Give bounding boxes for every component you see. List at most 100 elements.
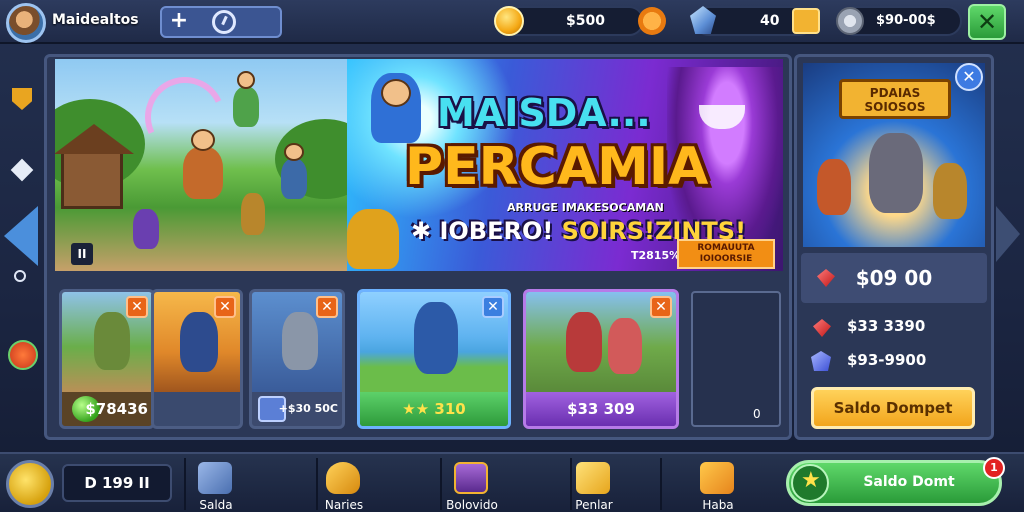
banner-title-line1: MAISDA... bbox=[437, 91, 651, 135]
diamond-icon[interactable] bbox=[10, 158, 34, 182]
player-name: Maidealtos bbox=[52, 12, 139, 28]
scroll-right-arrow[interactable] bbox=[996, 206, 1020, 262]
hero-miner bbox=[347, 209, 399, 269]
offer-panel: PDAIAS SOIOSOS ✕ $09 00 $33 3390 $93-990… bbox=[794, 54, 994, 440]
sapphire-icon-row2 bbox=[811, 351, 831, 371]
nav-item-penlar[interactable]: Penlar bbox=[554, 458, 634, 512]
cabin bbox=[55, 124, 134, 209]
shield-icon[interactable] bbox=[12, 88, 32, 110]
hero-knight-head bbox=[381, 79, 411, 107]
shop-card-2[interactable]: ✕ bbox=[151, 289, 243, 429]
card-1-hero bbox=[94, 312, 130, 370]
top-action-group: + bbox=[160, 6, 282, 38]
chest-icon bbox=[454, 462, 488, 494]
hero-scout bbox=[241, 193, 265, 235]
sun-icon[interactable] bbox=[638, 7, 666, 35]
nav-item-salda[interactable]: Salda bbox=[176, 458, 256, 512]
nav-label-naries: Naries bbox=[324, 498, 364, 512]
top-bar: Maidealtos + $500 40 $90-00$ ✕ bbox=[0, 0, 1024, 44]
gem-value: 40 bbox=[760, 13, 780, 29]
shop-card-1[interactable]: $78436 ✕ bbox=[59, 289, 155, 429]
offer-hero-right bbox=[933, 163, 967, 219]
silver-counter[interactable]: $90-00$ bbox=[836, 6, 962, 36]
card-2-badge[interactable]: ✕ bbox=[214, 296, 236, 318]
card-4-hero bbox=[414, 302, 458, 374]
card-4-badge[interactable]: ✕ bbox=[482, 296, 504, 318]
offer-close-button[interactable]: ✕ bbox=[955, 63, 983, 91]
divider bbox=[660, 458, 662, 510]
card-5-badge[interactable]: ✕ bbox=[650, 296, 672, 318]
nav-label-penlar: Penlar bbox=[575, 498, 613, 512]
offer-price-value: $09 00 bbox=[855, 266, 933, 290]
cta-button[interactable]: Saldo Domt 1 bbox=[786, 457, 1005, 506]
hero-mage bbox=[133, 209, 159, 249]
gem-icon bbox=[690, 6, 716, 34]
offer-sign: PDAIAS SOIOSOS bbox=[839, 79, 951, 119]
ruby-icon-row1 bbox=[813, 319, 831, 337]
nav-label-salda: Salda bbox=[199, 498, 233, 512]
featured-banner-left[interactable]: II bbox=[55, 59, 347, 271]
card-3-hero bbox=[282, 312, 318, 370]
card-2-hero bbox=[180, 312, 218, 372]
hero-jumper bbox=[233, 87, 259, 127]
energy-counter[interactable]: D 199 II bbox=[62, 464, 172, 502]
magic-swirl bbox=[133, 65, 237, 169]
card-3-badge[interactable]: ✕ bbox=[316, 296, 338, 318]
player-avatar[interactable] bbox=[6, 3, 46, 43]
promo-tag[interactable]: ROMAUUTA IOIOORSIE bbox=[677, 239, 775, 269]
hero-archer-head bbox=[284, 143, 304, 161]
nav-item-naries[interactable]: Naries bbox=[304, 458, 384, 512]
card-5-price: $33 309 bbox=[526, 392, 676, 426]
magnifier-icon[interactable] bbox=[6, 460, 54, 508]
card-1-price: $78436 bbox=[85, 400, 148, 418]
notification-badge: 1 bbox=[983, 457, 1005, 479]
event-icon[interactable] bbox=[8, 340, 38, 370]
card-2-price bbox=[154, 392, 240, 426]
close-button[interactable]: ✕ bbox=[968, 4, 1006, 40]
nav-label-bolovido: Bolovido bbox=[446, 498, 498, 512]
ruby-icon bbox=[817, 269, 835, 287]
banner-title-line2: PERCAMIA bbox=[405, 137, 709, 197]
coin-counter[interactable]: $500 bbox=[494, 6, 666, 36]
offer-row-2: $93-9900 bbox=[847, 351, 927, 369]
silver-value: $90-00$ bbox=[876, 13, 936, 28]
bottom-bar: D 199 II Salda Naries Bolovido Penlar Ha… bbox=[0, 452, 1024, 512]
hero-warrior bbox=[183, 147, 223, 199]
shop-card-5[interactable]: $33 309 ✕ bbox=[523, 289, 679, 429]
hero-archer bbox=[281, 159, 307, 199]
shop-card-4[interactable]: ★★ 310 ✕ bbox=[357, 289, 511, 429]
card-1-badge[interactable]: ✕ bbox=[126, 296, 148, 318]
offer-art: PDAIAS SOIOSOS bbox=[803, 63, 985, 247]
shop-main-panel: II MAISDA... PERCAMIA ARRUGE IMAKESOCAMA… bbox=[44, 54, 792, 440]
offer-row-1: $33 3390 bbox=[847, 317, 926, 335]
nav-label-haba: Haba bbox=[702, 498, 734, 512]
gold-shield-icon bbox=[326, 462, 360, 494]
empty-slot-count: 0 bbox=[753, 407, 761, 421]
promo-code: T2815% bbox=[631, 249, 681, 262]
card-5-hero-b bbox=[608, 318, 642, 374]
gem-counter[interactable]: 40 bbox=[690, 6, 820, 36]
cta-label: Saldo Domt bbox=[863, 474, 955, 490]
banner-subtitle: ARRUGE IMAKESOCAMAN bbox=[507, 201, 664, 214]
empty-card-slot[interactable]: 0 bbox=[691, 291, 781, 427]
pause-button[interactable]: II bbox=[71, 243, 93, 265]
scroll-left-arrow[interactable] bbox=[4, 206, 38, 266]
card-3-price: +$30 50C bbox=[278, 402, 338, 415]
nav-item-bolovido[interactable]: Bolovido bbox=[432, 458, 512, 512]
card-5-hero-a bbox=[566, 312, 602, 372]
add-gems-icon[interactable] bbox=[792, 8, 820, 34]
buy-button[interactable]: Saldo Dompet bbox=[811, 387, 975, 429]
offer-hero-left bbox=[817, 159, 851, 215]
shop-card-3[interactable]: +$30 50C ✕ bbox=[249, 289, 345, 429]
add-button[interactable]: + bbox=[164, 10, 194, 34]
offer-price: $09 00 bbox=[801, 253, 987, 303]
gold-bar-icon bbox=[576, 462, 610, 494]
coin-value: $500 bbox=[566, 13, 605, 29]
nav-item-haba[interactable]: Haba bbox=[678, 458, 758, 512]
featured-banner-right[interactable]: MAISDA... PERCAMIA ARRUGE IMAKESOCAMAN ✱… bbox=[347, 59, 783, 271]
star-icon bbox=[791, 464, 829, 502]
settings-icon[interactable] bbox=[14, 270, 26, 282]
hero-jumper-head bbox=[237, 71, 255, 89]
hero-warrior-head bbox=[191, 129, 215, 151]
compass-icon[interactable] bbox=[212, 10, 236, 34]
